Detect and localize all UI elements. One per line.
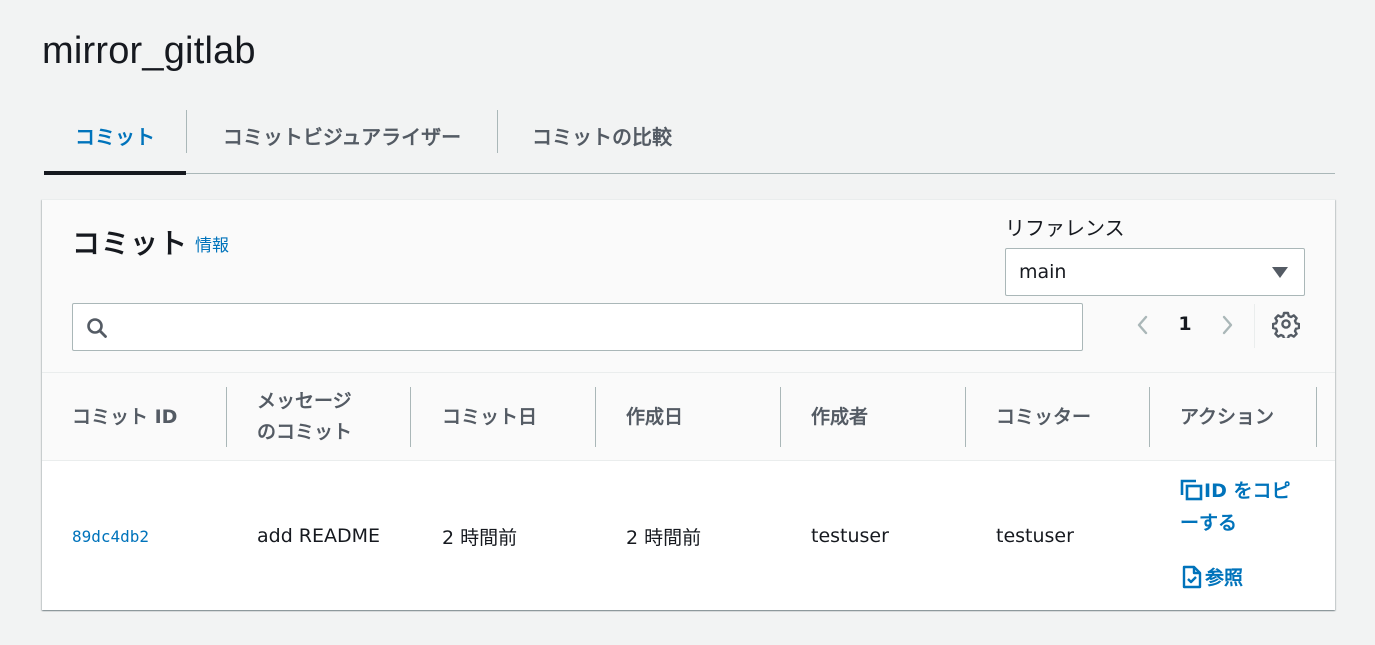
copy-icon [1180, 479, 1203, 501]
column-header-message[interactable]: メッセージ のコミット [257, 373, 352, 461]
author: testuser [811, 525, 889, 547]
column-header-actions: アクション [1180, 405, 1275, 428]
reference-label: リファレンス [1005, 216, 1125, 240]
commit-id-link[interactable]: 89dc4db2 [72, 462, 149, 610]
column-resizer[interactable] [1316, 387, 1317, 447]
view-button[interactable]: 参照 [1182, 563, 1243, 590]
reference-select[interactable]: main [1005, 248, 1305, 296]
column-header-commit-id[interactable]: コミット ID [72, 373, 177, 461]
commit-message: add README [257, 525, 381, 547]
column-header-created-date[interactable]: 作成日 [626, 373, 683, 461]
info-link[interactable]: 情報 [195, 231, 229, 256]
document-icon [1182, 565, 1202, 588]
commits-panel: コミット 情報 リファレンス main 1 コミット ID メッセージ のコミッ… [42, 199, 1335, 610]
page: mirror_gitlab コミット コミットビジュアライザー コミットの比較 … [0, 0, 1375, 645]
gear-icon[interactable] [1272, 310, 1300, 338]
search-box [72, 303, 1083, 351]
chevron-right-icon[interactable] [1217, 312, 1237, 338]
table-row: 89dc4db2 add README 2 時間前 2 時間前 testuser… [42, 462, 1335, 610]
column-resizer[interactable] [780, 387, 781, 447]
page-title: mirror_gitlab [42, 30, 256, 72]
panel-header: コミット 情報 リファレンス main 1 [42, 200, 1335, 373]
table-header: コミット ID メッセージ のコミット コミット日 作成日 作成者 コミッター … [42, 373, 1335, 461]
chevron-left-icon[interactable] [1133, 312, 1153, 338]
panel-title: コミット [72, 227, 189, 260]
pager-divider [1254, 304, 1255, 348]
column-resizer[interactable] [1149, 387, 1150, 447]
page-number[interactable]: 1 [1174, 313, 1196, 335]
column-resizer[interactable] [595, 387, 596, 447]
copy-id-label-line1: ID をコピ [1204, 480, 1291, 502]
reference-select-value: main [1019, 261, 1067, 283]
view-label: 参照 [1205, 567, 1244, 589]
column-resizer[interactable] [410, 387, 411, 447]
column-header-message-line2: のコミット [257, 421, 353, 443]
column-header-committer[interactable]: コミッター [996, 373, 1091, 461]
column-resizer[interactable] [226, 387, 227, 447]
column-header-author[interactable]: 作成者 [811, 373, 868, 461]
column-resizer[interactable] [965, 387, 966, 447]
tab-bar: コミット コミットビジュアライザー コミットの比較 [44, 98, 1335, 175]
tab-commits[interactable]: コミット [44, 98, 186, 175]
caret-down-icon [1272, 267, 1288, 278]
copy-id-button[interactable]: ID をコピ ーする [1180, 475, 1320, 539]
tab-compare-commits[interactable]: コミットの比較 [498, 98, 706, 173]
commit-date: 2 時間前 [442, 526, 518, 549]
search-icon [87, 318, 107, 338]
created-date: 2 時間前 [626, 526, 702, 549]
column-header-commit-date[interactable]: コミット日 [442, 373, 537, 461]
tab-commit-visualizer[interactable]: コミットビジュアライザー [187, 98, 497, 173]
copy-id-label-line2: ーする [1180, 512, 1238, 534]
search-input[interactable] [117, 304, 1077, 350]
committer: testuser [996, 525, 1074, 547]
column-header-message-line1: メッセージ [257, 390, 352, 412]
